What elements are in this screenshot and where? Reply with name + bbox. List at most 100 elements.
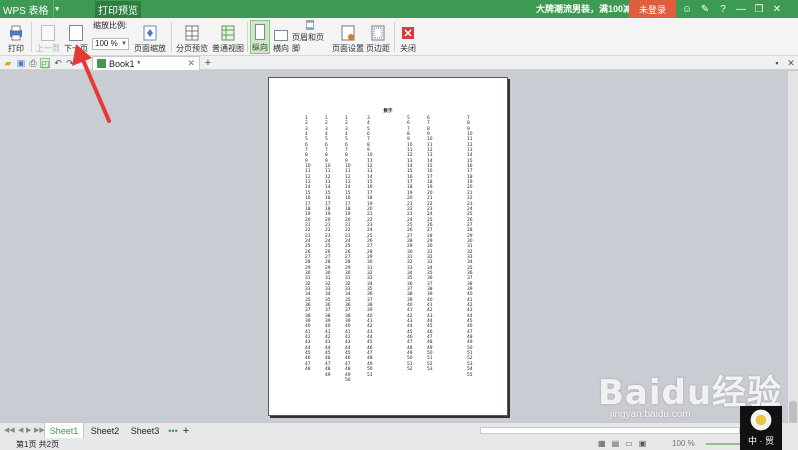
sheet-tab-sheet3[interactable]: Sheet3 bbox=[126, 423, 164, 438]
print-icon[interactable]: ⎙ bbox=[28, 58, 38, 68]
doc-tab-label: Book1 * bbox=[109, 58, 141, 69]
undo-icon[interactable]: ↶ bbox=[53, 58, 63, 68]
tab-print-preview[interactable]: 打印预览 bbox=[95, 1, 141, 18]
close-icon[interactable]: ✕ bbox=[768, 0, 786, 18]
next-page-button[interactable]: 下一页 bbox=[63, 20, 89, 54]
cell-value: 53 bbox=[427, 367, 433, 373]
portrait-label: 纵向 bbox=[252, 43, 268, 52]
margins-button[interactable]: 页边距 bbox=[366, 20, 390, 54]
flower-icon bbox=[749, 408, 773, 432]
window-controls: ☺ ✎ ? — ❐ ✕ bbox=[678, 0, 786, 18]
page-title: 数字 bbox=[383, 108, 393, 113]
next-page-label: 下一页 bbox=[64, 44, 88, 53]
print-preview-icon[interactable]: ◰ bbox=[40, 58, 50, 69]
corner-logo: 中 · 贸 bbox=[740, 406, 782, 450]
sheet-tab-sheet1[interactable]: Sheet1 bbox=[44, 423, 84, 438]
page-column: 1 2 3 4 5 6 7 8 9 10 11 12 13 14 15 16 17 18 19 20 21 22 23 24 2… bbox=[345, 116, 351, 383]
reading-mode-icon[interactable]: ▣ bbox=[639, 439, 647, 448]
normal-view-label: 普通视图 bbox=[212, 44, 244, 53]
login-button[interactable]: 未登录 bbox=[629, 0, 676, 18]
print-label: 打印 bbox=[8, 44, 24, 53]
open-icon[interactable]: ▰ bbox=[3, 58, 13, 68]
first-sheet-icon[interactable]: ◀◀ bbox=[4, 426, 15, 434]
page-setup-button[interactable]: 页面设置 bbox=[332, 20, 364, 54]
header-footer-icon bbox=[305, 20, 315, 30]
page-column: 1 2 3 4 5 6 7 8 9 10 11 12 13 14 15 16 17 18 19 20 21 22 23 24 2… bbox=[325, 116, 331, 378]
cell-value: 52 bbox=[407, 367, 413, 373]
page-column: 1 2 3 4 5 6 7 8 9 10 11 12 13 14 15 16 17 18 19 20 21 22 23 24 2… bbox=[305, 116, 311, 373]
help-icon[interactable]: ? bbox=[714, 0, 732, 18]
zoom-select[interactable]: 100 % ▼ bbox=[92, 38, 129, 50]
landscape-button[interactable]: 横向 bbox=[272, 20, 290, 54]
portrait-icon bbox=[255, 24, 265, 40]
cell-value: 49 bbox=[325, 372, 331, 378]
header-footer-label: 页眉和页脚 bbox=[292, 33, 324, 53]
doc-tab-book1[interactable]: Book1 * ✕ bbox=[92, 56, 200, 70]
chevron-down-icon[interactable]: ▼ bbox=[52, 0, 61, 18]
close-doc-icon[interactable]: ✕ bbox=[786, 58, 796, 68]
page-column: 3 4 5 6 7 8 9 10 11 12 13 14 15 16 17 18 19 20 21 22 23 24 25 2… bbox=[367, 116, 373, 378]
page-count: 第1页 共2页 bbox=[16, 440, 60, 449]
vertical-scrollbar[interactable] bbox=[788, 71, 798, 431]
skin-icon[interactable]: ✎ bbox=[696, 0, 714, 18]
print-page: 数字 1 2 3 4 5 6 7 8 9 10 11 12 13 14 15 16 17 18 19 20 21 22 23… bbox=[268, 77, 508, 416]
chevron-down-icon[interactable]: ▼ bbox=[121, 39, 127, 49]
printer-icon bbox=[10, 25, 22, 41]
divider bbox=[31, 22, 32, 52]
prev-sheet-icon[interactable]: ◀ bbox=[18, 426, 23, 434]
portrait-button[interactable]: 纵向 bbox=[250, 20, 270, 54]
cell-value: 55 bbox=[467, 372, 473, 378]
margins-label: 页边距 bbox=[366, 44, 390, 53]
restore-icon[interactable]: ❐ bbox=[750, 0, 768, 18]
page-zoom-label: 页面缩放 bbox=[134, 44, 166, 53]
print-button[interactable]: 打印 bbox=[4, 20, 28, 54]
status-bar: 第1页 共2页 ▦ ▤ ▭ ▣ 100 % bbox=[0, 438, 798, 450]
landscape-icon bbox=[274, 30, 288, 41]
page-break-view-icon[interactable]: ▤ bbox=[612, 439, 620, 448]
app-menu-button[interactable]: WPS 表格 ▼ bbox=[0, 0, 93, 18]
cell-value: 50 bbox=[345, 377, 351, 383]
zoom-ratio-label: 缩放比例: bbox=[93, 21, 128, 30]
page-break-preview-label: 分页预览 bbox=[176, 44, 208, 53]
prev-page-icon bbox=[41, 25, 55, 41]
close-preview-button[interactable]: 关闭 bbox=[398, 20, 418, 54]
zoom-value: 100 % bbox=[95, 39, 118, 48]
next-page-icon bbox=[69, 25, 83, 41]
zoom-icon bbox=[143, 25, 157, 41]
horizontal-scrollbar[interactable] bbox=[480, 427, 740, 434]
cell-value: 48 bbox=[305, 367, 311, 373]
minimize-icon[interactable]: — bbox=[732, 0, 750, 18]
page-zoom-button[interactable]: 页面缩放 bbox=[132, 20, 168, 54]
close-icon bbox=[402, 27, 414, 39]
next-sheet-icon[interactable]: ▶ bbox=[26, 426, 31, 434]
header-footer-button[interactable]: 页眉和页脚 bbox=[292, 20, 328, 54]
promo-link[interactable]: 大牌潮流男装，满100减50 bbox=[536, 0, 642, 18]
divider bbox=[171, 22, 172, 52]
app-name: WPS 表格 bbox=[3, 5, 49, 17]
page-break-preview-button[interactable]: 分页预览 bbox=[176, 20, 208, 54]
page-setup-icon bbox=[341, 25, 355, 41]
normal-view-button[interactable]: 普通视图 bbox=[212, 20, 244, 54]
prev-page-button[interactable]: 上一页 bbox=[35, 20, 61, 54]
new-tab-button[interactable]: + bbox=[202, 56, 214, 70]
table-icon bbox=[221, 25, 235, 41]
divider bbox=[247, 22, 248, 52]
close-tab-icon[interactable]: ✕ bbox=[187, 58, 195, 69]
close-label: 关闭 bbox=[400, 44, 416, 53]
feedback-icon[interactable]: ☺ bbox=[678, 0, 696, 18]
redo-icon[interactable]: ↷ bbox=[65, 58, 75, 68]
restore-doc-icon[interactable]: ▪ bbox=[772, 58, 782, 68]
page-setup-label: 页面设置 bbox=[332, 44, 364, 53]
margins-icon bbox=[371, 25, 385, 41]
sheet-tab-sheet2[interactable]: Sheet2 bbox=[86, 423, 124, 438]
save-icon[interactable]: ▣ bbox=[16, 58, 26, 68]
grid-icon bbox=[185, 25, 199, 41]
add-sheet-button[interactable]: + bbox=[180, 423, 192, 438]
page-column: 5 6 7 8 9 10 11 12 13 14 15 16 17 18 19 20 21 22 23 24 25 26 2… bbox=[407, 116, 413, 373]
more-sheets-button[interactable]: ••• bbox=[166, 423, 180, 438]
prev-page-label: 上一页 bbox=[36, 44, 60, 53]
divider bbox=[394, 22, 395, 52]
fullscreen-icon[interactable]: ▭ bbox=[625, 439, 633, 448]
cell-value: 51 bbox=[367, 372, 373, 378]
normal-view-icon[interactable]: ▦ bbox=[598, 439, 606, 448]
